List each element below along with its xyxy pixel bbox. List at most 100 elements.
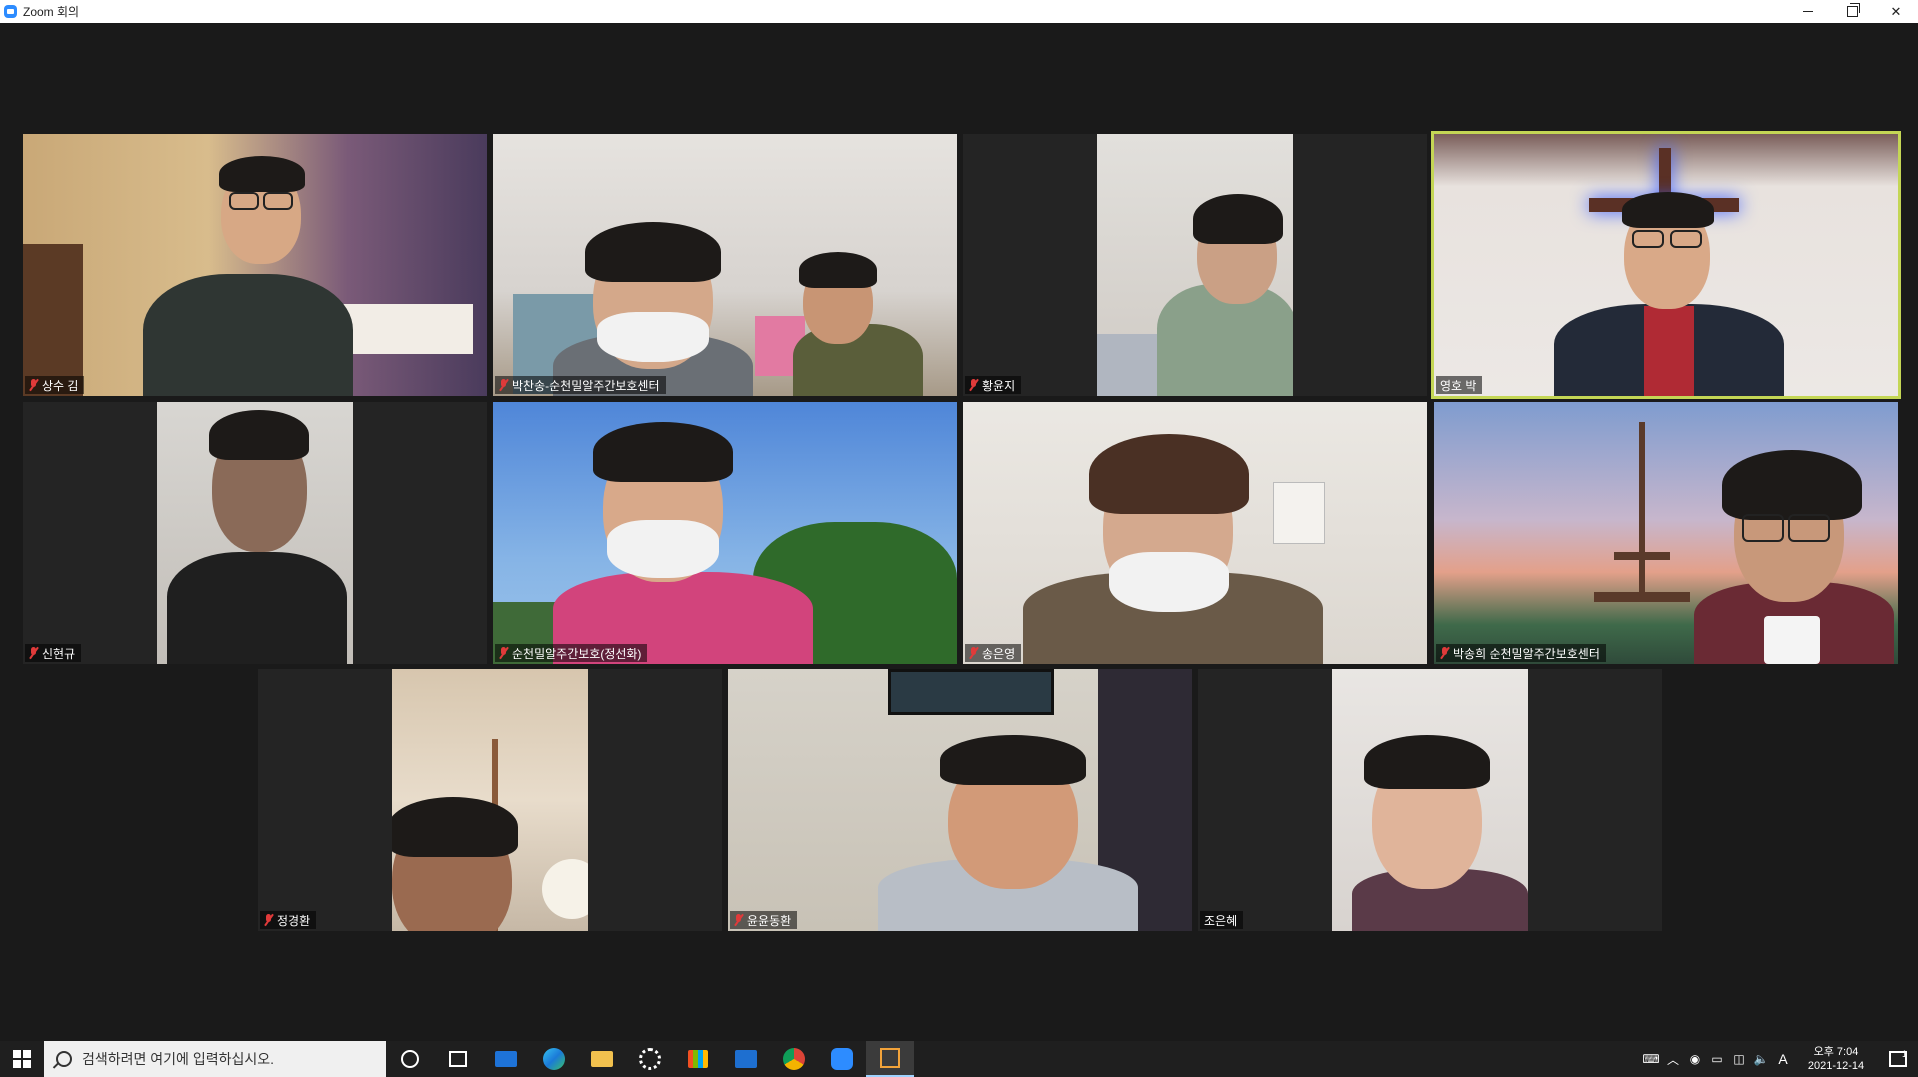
participant-video [1332, 669, 1528, 931]
chevron-up-icon[interactable]: ︿ [1662, 1051, 1684, 1068]
start-button[interactable] [0, 1041, 44, 1077]
participant-nameplate: 순천밀알주간보호(정선화) [495, 644, 648, 662]
chrome-icon [783, 1048, 805, 1070]
muted-mic-icon [499, 378, 509, 392]
clock-date: 2021-12-14 [1807, 1060, 1865, 1072]
zoom-icon [831, 1048, 853, 1070]
mail-icon [495, 1051, 517, 1067]
participant-video [728, 669, 1192, 931]
keyboard-icon[interactable]: ⌨ [1640, 1052, 1662, 1066]
settings-icon [639, 1048, 661, 1070]
participant-name: 박송희 순천밀알주간보호센터 [1453, 646, 1600, 661]
participant-name: 영호 박 [1440, 378, 1477, 393]
participant-nameplate: 정경환 [260, 911, 317, 929]
windows-taskbar: 검색하려면 여기에 입력하십시오. ⌨ ︿ ◉ ▭ ◫ 🔈 A 오후 7:04 … [0, 1041, 1918, 1077]
file-explorer-icon [591, 1051, 613, 1067]
edge-button[interactable] [530, 1041, 578, 1077]
muted-mic-icon [969, 646, 979, 660]
notification-center-button[interactable]: 1 [1878, 1049, 1918, 1067]
muted-mic-icon [29, 378, 39, 392]
participant-tile[interactable]: 박송희 순천밀알주간보호센터 [1434, 402, 1898, 664]
media-icon [735, 1050, 757, 1068]
muted-mic-icon [29, 646, 39, 660]
participant-tile[interactable]: 윤윤동환 [728, 669, 1192, 931]
participant-tile[interactable]: 조은혜 [1198, 669, 1662, 931]
muted-mic-icon [969, 378, 979, 392]
volume-icon[interactable]: 🔈 [1750, 1052, 1772, 1066]
participant-nameplate: 박송희 순천밀알주간보호센터 [1436, 644, 1606, 662]
restore-button[interactable] [1830, 0, 1874, 23]
chrome-button[interactable] [770, 1041, 818, 1077]
participant-video [493, 134, 957, 396]
participant-nameplate: 윤윤동환 [730, 911, 798, 929]
window-titlebar: Zoom 회의 ✕ [0, 0, 1918, 23]
participant-name: 윤윤동환 [747, 913, 792, 928]
edge-icon [543, 1048, 565, 1070]
participant-tile[interactable]: 박찬송-순천밀알주간보호센터 [493, 134, 957, 396]
participant-name: 박찬송-순천밀알주간보호센터 [512, 378, 660, 393]
participant-video [23, 134, 487, 396]
task-view-button[interactable] [434, 1041, 482, 1077]
participant-nameplate: 송은영 [965, 644, 1022, 662]
participant-tile-active-speaker[interactable]: 영호 박 [1431, 131, 1901, 399]
close-icon: ✕ [1890, 3, 1902, 19]
clock-time: 오후 7:04 [1813, 1046, 1859, 1058]
participant-name: 상수 김 [42, 378, 79, 393]
ime-indicator[interactable]: A [1772, 1051, 1794, 1067]
participant-name: 순천밀알주간보호(정선화) [512, 646, 642, 661]
store-button[interactable] [674, 1041, 722, 1077]
muted-mic-icon [1440, 646, 1450, 660]
participant-tile[interactable]: 정경환 [258, 669, 722, 931]
snip-button[interactable] [866, 1041, 914, 1077]
participant-nameplate: 영호 박 [1436, 376, 1483, 394]
participant-nameplate: 신현규 [25, 644, 82, 662]
muted-mic-icon [264, 913, 274, 927]
mail-button[interactable] [482, 1041, 530, 1077]
media-button[interactable] [722, 1041, 770, 1077]
participant-video [392, 669, 588, 931]
close-button[interactable]: ✕ [1874, 0, 1918, 23]
network-icon[interactable]: ▭ [1706, 1052, 1728, 1066]
participant-video [1097, 134, 1293, 396]
task-view-icon [449, 1051, 467, 1067]
snip-icon [880, 1048, 900, 1068]
store-icon [688, 1050, 708, 1068]
participant-name: 송은영 [982, 646, 1016, 661]
participant-nameplate: 황윤지 [965, 376, 1022, 394]
participant-name: 황윤지 [982, 378, 1016, 393]
participant-tile[interactable]: 신현규 [23, 402, 487, 664]
participant-video [493, 402, 957, 664]
restore-icon [1846, 3, 1860, 17]
participant-tile[interactable]: 송은영 [963, 402, 1427, 664]
participant-nameplate: 상수 김 [25, 376, 85, 394]
taskbar-search-box[interactable]: 검색하려면 여기에 입력하십시오. [44, 1041, 386, 1077]
windows-logo-icon [13, 1050, 31, 1068]
participant-tile[interactable]: 황윤지 [963, 134, 1427, 396]
participant-name: 정경환 [277, 913, 311, 928]
muted-mic-icon [499, 646, 509, 660]
window-title: Zoom 회의 [23, 5, 80, 19]
taskbar-clock[interactable]: 오후 7:04 2021-12-14 [1794, 1045, 1878, 1073]
zoom-app-icon [4, 5, 17, 18]
participant-name: 신현규 [42, 646, 76, 661]
participant-nameplate: 조은혜 [1200, 911, 1244, 929]
system-tray: ⌨ ︿ ◉ ▭ ◫ 🔈 A 오후 7:04 2021-12-14 1 [1640, 1041, 1918, 1077]
participant-video [1434, 402, 1898, 664]
participant-nameplate: 박찬송-순천밀알주간보호센터 [495, 376, 666, 394]
notification-count: 1 [1902, 1049, 1908, 1059]
minimize-button[interactable] [1786, 0, 1830, 23]
participant-video [963, 402, 1427, 664]
participant-tile[interactable]: 순천밀알주간보호(정선화) [493, 402, 957, 664]
wifi-icon[interactable]: ◫ [1728, 1052, 1750, 1066]
search-placeholder: 검색하려면 여기에 입력하십시오. [82, 1051, 274, 1067]
participant-tile[interactable]: 상수 김 [23, 134, 487, 396]
participant-name: 조은혜 [1204, 913, 1238, 928]
zoom-button[interactable] [818, 1041, 866, 1077]
settings-button[interactable] [626, 1041, 674, 1077]
webcam-icon[interactable]: ◉ [1684, 1052, 1706, 1066]
cortana-button[interactable] [386, 1041, 434, 1077]
muted-mic-icon [734, 913, 744, 927]
file-explorer-button[interactable] [578, 1041, 626, 1077]
search-icon [56, 1051, 72, 1067]
minimize-icon [1803, 11, 1813, 12]
